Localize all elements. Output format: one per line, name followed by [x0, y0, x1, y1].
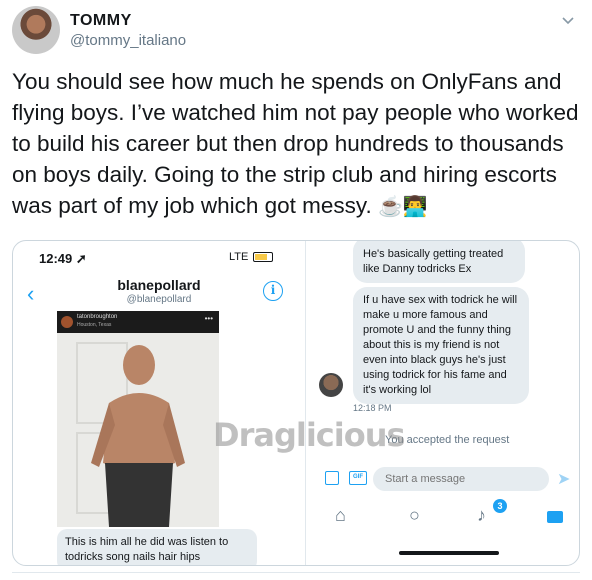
more-icon: ••• — [204, 314, 213, 323]
status-network: LTE — [229, 251, 274, 263]
photo-location: Houston, Texas — [77, 322, 112, 328]
emoji-group: ☕👨‍💻 — [377, 195, 428, 218]
message-bubble: He's basically getting treated like Dann… — [353, 241, 525, 283]
photo-avatar — [61, 316, 73, 328]
shared-photo[interactable]: tatonbroughton Houston, Texas ••• — [57, 311, 219, 527]
profile-handle: @blanepollard — [126, 294, 192, 305]
message-bubble: If u have sex with todrick he will make … — [353, 287, 529, 404]
send-icon[interactable]: ➤ — [557, 469, 570, 489]
avatar[interactable] — [12, 6, 60, 54]
home-icon[interactable]: ⌂ — [335, 505, 346, 526]
bottom-tab-bar: ⌂ ○ ♪ 3 — [313, 499, 579, 533]
image-icon[interactable] — [325, 471, 339, 485]
status-time: 12:49 ➚ — [39, 251, 87, 266]
mail-icon[interactable] — [547, 511, 563, 523]
compose-bar: GIF ➤ — [313, 467, 579, 491]
image-divider — [305, 241, 306, 565]
battery-icon — [253, 252, 274, 263]
info-icon[interactable]: i — [263, 281, 283, 301]
sender-avatar — [319, 373, 343, 397]
tweet-header: TOMMY @tommy_italiano — [12, 6, 582, 60]
watermark-logo: Draglicious — [213, 416, 406, 454]
tweet-text: You should see how much he spends on Onl… — [12, 66, 582, 223]
message-timestamp: 12:18 PM — [353, 403, 392, 413]
message-input[interactable] — [373, 467, 549, 491]
tweet-divider — [12, 572, 580, 573]
search-icon[interactable]: ○ — [409, 505, 420, 526]
photo-header: tatonbroughton Houston, Texas ••• — [57, 311, 219, 333]
notification-badge: 3 — [493, 499, 507, 513]
display-name[interactable]: TOMMY — [70, 12, 132, 30]
person-illustration — [57, 333, 219, 527]
gif-icon[interactable]: GIF — [349, 471, 367, 485]
tweet-media[interactable]: 12:49 ➚ LTE ‹ blanepollard @blanepollard… — [12, 240, 580, 566]
bell-icon[interactable]: ♪ — [477, 505, 486, 526]
user-handle[interactable]: @tommy_italiano — [70, 32, 186, 49]
network-label: LTE — [229, 251, 249, 263]
profile-name: blanepollard — [117, 277, 201, 293]
chevron-down-icon[interactable] — [560, 12, 576, 28]
message-caption: This is him all he did was listen to tod… — [57, 529, 257, 565]
photo-username: tatonbroughton — [77, 314, 118, 320]
tweet-body: You should see how much he spends on Onl… — [12, 69, 579, 218]
home-indicator — [399, 551, 499, 555]
